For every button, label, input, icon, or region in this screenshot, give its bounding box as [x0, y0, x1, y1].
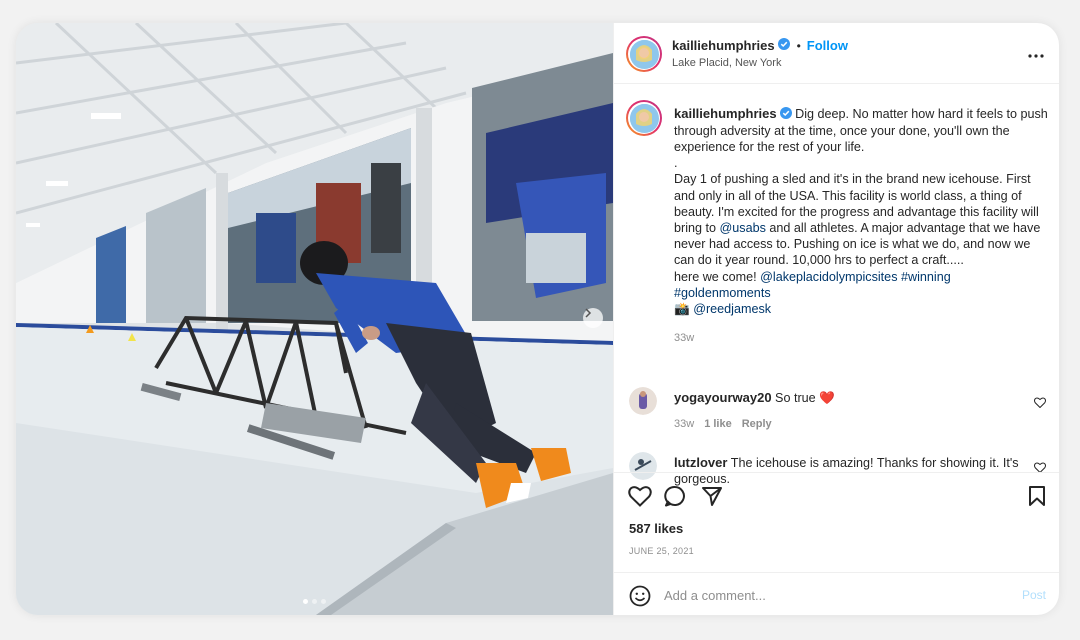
post-header: kailliehumphries • Follow Lake Placid, N… — [614, 23, 1059, 84]
chevron-right-icon — [585, 308, 592, 318]
verified-badge-icon — [777, 38, 790, 53]
comment-body: So true — [775, 391, 816, 405]
carousel-next-button[interactable] — [583, 308, 603, 328]
location-link[interactable]: Lake Placid, New York — [672, 57, 781, 69]
post-comment-button[interactable]: Post — [1022, 588, 1046, 602]
instagram-post-card: kailliehumphries • Follow Lake Placid, N… — [16, 23, 1059, 615]
caption-line-2: . — [674, 156, 678, 171]
follow-button[interactable]: Follow — [807, 38, 848, 53]
add-comment-bar: Post — [614, 572, 1059, 615]
red-heart-emoji: ❤️ — [819, 391, 835, 405]
profile-picture-icon — [630, 104, 658, 132]
mention-lakeplacidolympicsites[interactable]: @lakeplacidolympicsites — [760, 270, 897, 284]
caption-line-4a: here we come! — [674, 269, 761, 284]
verified-badge-icon — [779, 106, 792, 123]
share-send-icon[interactable] — [701, 485, 723, 512]
likes-count[interactable]: 587 likes — [629, 521, 683, 536]
comment-likes[interactable]: 1 like — [704, 418, 732, 430]
comment-bubble-icon[interactable] — [664, 485, 686, 512]
like-comment-heart-icon[interactable] — [1034, 395, 1046, 413]
comment-meta: 33w 1 like Reply — [674, 418, 772, 430]
hashtag-winning[interactable]: #winning — [901, 270, 951, 284]
carousel-dot — [303, 599, 308, 604]
carousel-dot — [312, 599, 317, 604]
comment-username[interactable]: yogayourway20 — [674, 390, 772, 405]
mention-reedjamesk[interactable]: @reedjamesk — [693, 302, 771, 316]
more-options-icon[interactable] — [1028, 45, 1044, 63]
post-date: JUNE 25, 2021 — [629, 546, 694, 556]
hashtag-goldenmoments[interactable]: #goldenmoments — [674, 286, 771, 300]
emoji-icon[interactable] — [629, 585, 651, 612]
comment-input[interactable] — [664, 583, 984, 607]
camera-emoji: 📸 — [674, 302, 690, 316]
comment-timestamp: 33w — [674, 418, 695, 430]
caption-avatar[interactable] — [626, 100, 662, 136]
like-heart-icon[interactable] — [628, 485, 652, 512]
bobsled-photo-illustration — [16, 23, 613, 615]
separator-dot: • — [796, 38, 801, 53]
caption-username[interactable]: kailliehumphries — [674, 106, 777, 121]
header-user-line: kailliehumphries • Follow — [672, 38, 848, 53]
avatar[interactable] — [626, 36, 662, 72]
profile-picture-icon — [630, 40, 658, 68]
comment-username[interactable]: lutzlover — [674, 455, 727, 470]
caption-timestamp: 33w — [674, 332, 695, 344]
carousel-indicator — [303, 599, 326, 604]
carousel-dot — [321, 599, 326, 604]
post-actions: 587 likes JUNE 25, 2021 — [614, 472, 1059, 572]
comment-text: yogayourway20 So true ❤️ — [674, 390, 1024, 406]
caption-text: kailliehumphries Dig deep. No matter how… — [674, 106, 1049, 317]
reply-button[interactable]: Reply — [742, 418, 772, 430]
mention-usabs[interactable]: @usabs — [720, 221, 766, 235]
post-photo[interactable] — [16, 23, 613, 615]
post-details-panel: kailliehumphries • Follow Lake Placid, N… — [613, 23, 1059, 615]
caption-and-comments: kailliehumphries Dig deep. No matter how… — [614, 84, 1059, 486]
username-link[interactable]: kailliehumphries — [672, 38, 775, 53]
save-bookmark-icon[interactable] — [1028, 485, 1046, 512]
commenter-avatar[interactable] — [629, 387, 657, 415]
